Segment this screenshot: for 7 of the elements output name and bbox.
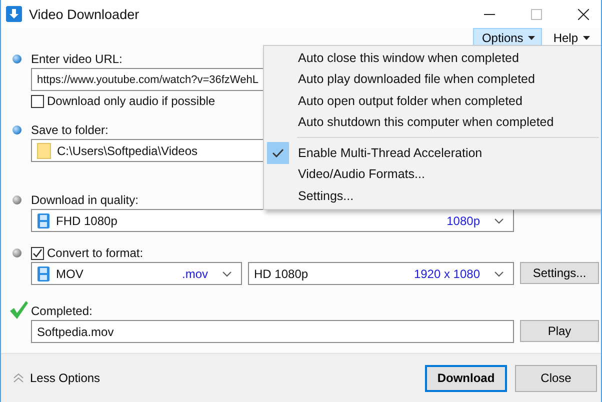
checkbox-label: Download only audio if possible	[47, 94, 216, 109]
field-label: Enter video URL:	[31, 52, 122, 67]
field-label: Save to folder:	[31, 123, 108, 138]
window-title: Video Downloader	[29, 6, 140, 22]
checkbox-label: Convert to format:	[47, 246, 144, 261]
field-label: Download in quality:	[31, 193, 138, 208]
field-label: Completed:	[31, 304, 92, 319]
